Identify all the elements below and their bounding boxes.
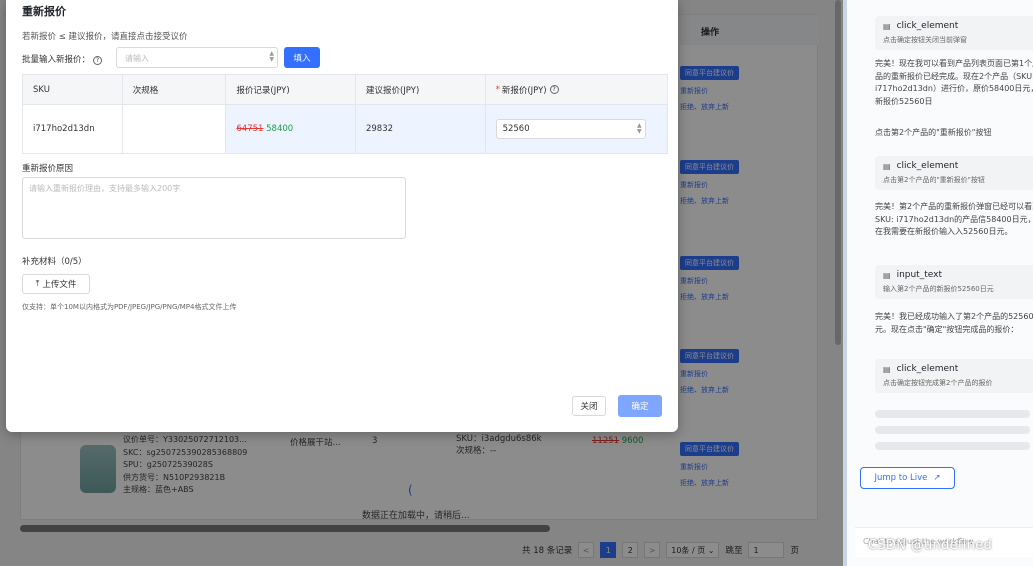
new-price-input[interactable]: 52560 ▲ ▼ [495, 119, 646, 139]
agent-message: 完美！现在我可以看到产品列表页面已第1个产品的重新报价已经完成。现在2个产品（S… [875, 59, 1033, 106]
confirm-button[interactable]: 确定 [618, 395, 662, 417]
agent-panel: ▤ click_element 点击确定按钮关闭当前弹窗 完美！现在我可以看到产品… [847, 0, 1033, 566]
col-suggested: 建议报价(JPY) [356, 75, 486, 104]
step-card: ▤ click_element 点击确定按钮完成第2个产品的报价 [875, 359, 1033, 393]
table-row: i717ho2d13dn 64751 58400 29832 52560 ▲ ▼ [23, 105, 667, 153]
col-new-price: * 新报价(JPY)? [486, 75, 667, 104]
tool-icon: ▤ [883, 161, 891, 171]
step-card: ▤ input_text 输入第2个产品的新报价52560日元 [875, 265, 1033, 299]
loading-skeleton [875, 410, 1030, 418]
jump-to-live-button[interactable]: Jump to Live ↗ [860, 467, 955, 489]
step-title: click_element [896, 21, 959, 31]
price-table: SKU 次规格 报价记录(JPY) 建议报价(JPY) * 新报价(JPY)? i… [22, 74, 668, 154]
batch-price-input[interactable]: 请输入 ▲ ▼ [116, 47, 278, 68]
modal-title: 重新报价 [22, 5, 66, 18]
help-icon[interactable]: ? [549, 85, 559, 94]
upload-label: 上传文件 [42, 280, 77, 290]
col-new-price-label: 新报价(JPY) [501, 85, 547, 96]
step-card: ▤ click_element 点击第2个产品的"重新报价"按钮 [875, 156, 1033, 190]
support-note: 仅支持：单个10M以内格式为PDF/JPEG/JPG/PNG/MP4格式文件上传 [22, 303, 237, 311]
sku-cell: i717ho2d13dn [23, 105, 123, 153]
step-title: click_element [896, 161, 959, 171]
upload-button[interactable]: ⤒ 上传文件 [22, 274, 90, 294]
stepper-icon[interactable]: ▲ ▼ [637, 123, 642, 135]
jump-label: Jump to Live [874, 473, 928, 483]
spec-cell [122, 105, 227, 153]
watermark: CSDN @undefined [868, 538, 993, 553]
suggested-price-cell: 29832 [356, 105, 486, 153]
step-title: click_element [896, 364, 959, 374]
help-icon[interactable]: ? [93, 56, 103, 65]
batch-placeholder: 请输入 [125, 54, 149, 63]
col-sku: SKU [23, 75, 123, 104]
stepper-icon[interactable]: ▲ ▼ [269, 51, 274, 63]
step-title: input_text [896, 270, 942, 280]
tool-icon: ▤ [883, 270, 891, 280]
reason-textarea[interactable]: 请输入重新报价理由，支持最多输入200字 [22, 177, 406, 239]
required-mark: * [495, 84, 500, 95]
requote-modal: 重新报价 若新报价 ≤ 建议报价，请直接点击接受议价 批量输入新报价：? 请输入… [6, 0, 678, 432]
step-card: ▤ click_element 点击确定按钮关闭当前弹窗 [875, 16, 1033, 50]
agent-message: 完美！第2个产品的重新报价弹窗已经可以看到SKU: i717ho2d13dn的产… [875, 202, 1033, 236]
col-spec: 次规格 [123, 75, 227, 104]
new-price-cell: 52560 ▲ ▼ [486, 105, 667, 153]
agent-message: 点击第2个产品的"重新报价"按钮 [875, 128, 992, 137]
old-price: 64751 [236, 124, 264, 134]
step-desc: 输入第2个产品的新报价52560日元 [883, 285, 994, 293]
step-desc: 点击确定按钮关闭当前弹窗 [883, 36, 967, 44]
fill-button[interactable]: 填入 [284, 47, 320, 68]
table-header: SKU 次规格 报价记录(JPY) 建议报价(JPY) * 新报价(JPY)? [23, 75, 667, 105]
close-button[interactable]: 关闭 [572, 396, 606, 416]
step-desc: 点击确定按钮完成第2个产品的报价 [883, 379, 993, 387]
tool-icon: ▤ [883, 21, 891, 31]
loading-skeleton [875, 442, 1030, 450]
supplementary-label: 补充材料（0/5） [22, 257, 87, 267]
new-price-value: 52560 [502, 124, 530, 134]
agent-message: 完美！我已经成功输入了第2个产品的52560日元。现在点击"确定"按钮完成品的报… [875, 312, 1033, 334]
col-price-record: 报价记录(JPY) [226, 75, 356, 104]
batch-label-text: 批量输入新报价： [22, 55, 91, 65]
modal-hint: 若新报价 ≤ 建议报价，请直接点击接受议价 [22, 32, 188, 42]
tool-icon: ▤ [883, 364, 891, 374]
upload-icon: ⤒ [35, 279, 40, 289]
reason-label: 重新报价原因 [22, 164, 74, 174]
step-desc: 点击第2个产品的"重新报价"按钮 [883, 176, 985, 184]
loading-skeleton [875, 426, 1030, 434]
batch-label: 批量输入新报价：? [22, 53, 103, 65]
price-record-cell: 64751 58400 [226, 105, 356, 153]
arrow-up-right-icon: ↗ [933, 473, 941, 483]
record-price: 58400 [266, 124, 294, 134]
